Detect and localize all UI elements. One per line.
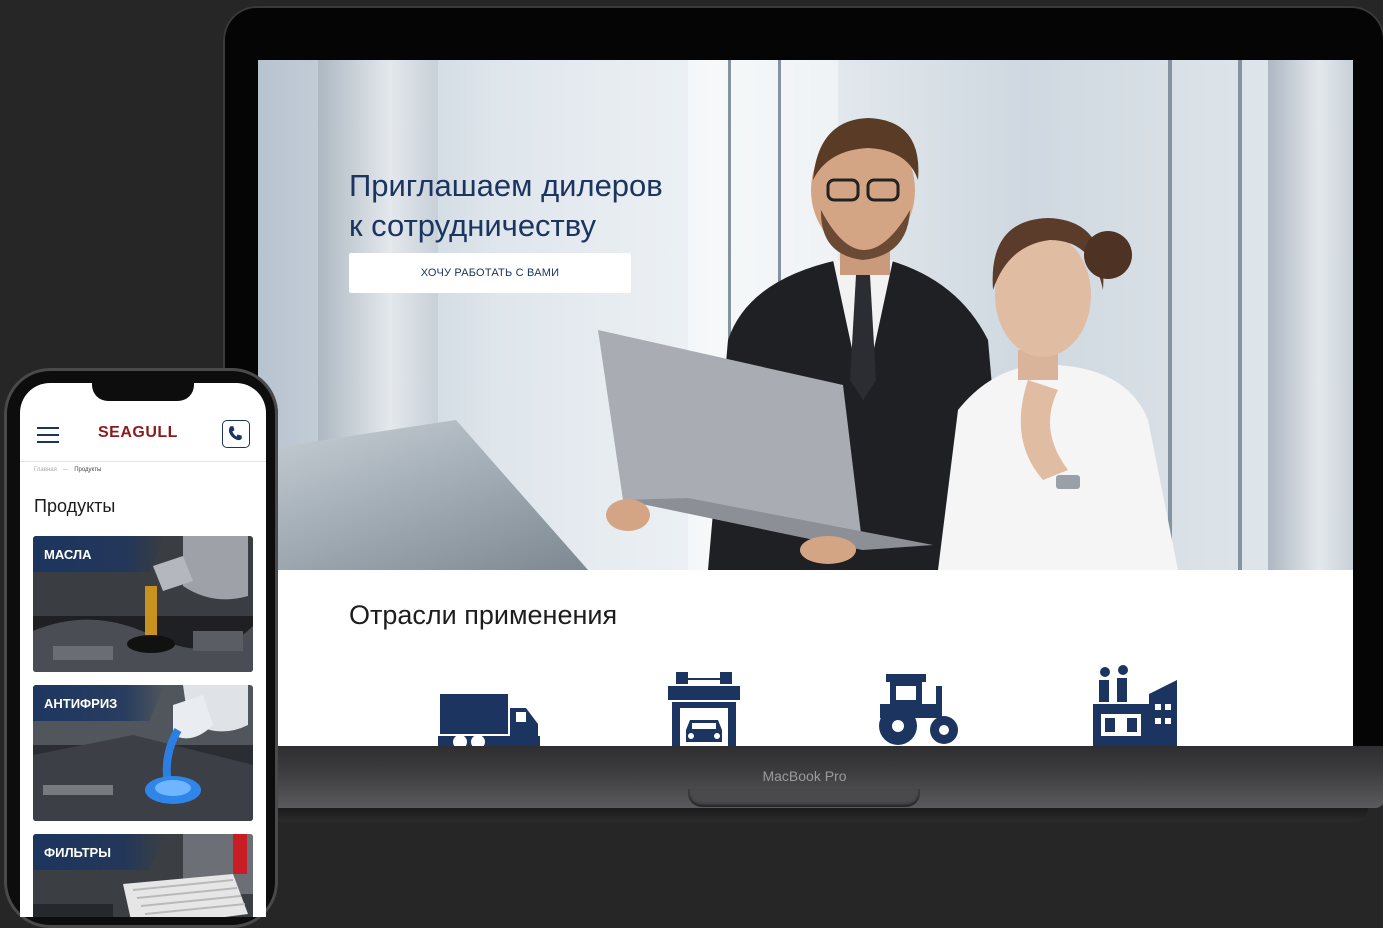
laptop-hinge-notch: [688, 789, 920, 807]
phone-screen: SEAGULL Главная — Продукты Продукты МАСЛ…: [20, 383, 266, 917]
phone-notch: [92, 373, 194, 401]
product-label: ФИЛЬТРЫ: [44, 845, 111, 860]
hero-title-line2: к сотрудничеству: [349, 207, 597, 243]
phone-icon: [228, 426, 242, 441]
business-people-photo: [598, 118, 1178, 570]
window-frame: [1238, 60, 1242, 570]
truck-icon: [438, 694, 540, 746]
phone-header: SEAGULL: [20, 411, 266, 462]
hamburger-menu-icon[interactable]: [37, 427, 59, 445]
product-card-filters[interactable]: ФИЛЬТРЫ: [33, 834, 253, 917]
hero-section: Приглашаем дилеров к сотрудничеству ХОЧУ…: [258, 60, 1353, 570]
factory-icon: [1093, 665, 1177, 746]
tractor-icon: [879, 674, 958, 745]
product-card-antifreeze[interactable]: АНТИФРИЗ: [33, 685, 253, 821]
product-label: АНТИФРИЗ: [44, 696, 118, 711]
product-label: МАСЛА: [44, 547, 92, 562]
hero-title: Приглашаем дилеров к сотрудничеству: [349, 166, 769, 246]
breadcrumb-current: Продукты: [74, 467, 102, 473]
car-service-icon: [668, 672, 740, 746]
breadcrumb-separator: —: [62, 467, 69, 473]
breadcrumb-home[interactable]: Главная: [34, 467, 57, 473]
seagull-logo[interactable]: SEAGULL: [98, 424, 178, 442]
page-title: Продукты: [34, 496, 116, 516]
background-stairs: [258, 420, 588, 570]
phone-call-button[interactable]: [222, 420, 250, 448]
breadcrumb: Главная — Продукты: [34, 467, 101, 473]
laptop-screen: Приглашаем дилеров к сотрудничеству ХОЧУ…: [258, 60, 1353, 746]
cta-button[interactable]: ХОЧУ РАБОТАТЬ С ВАМИ: [349, 253, 631, 293]
industries-title: Отрасли применения: [349, 600, 618, 630]
hero-title-line1: Приглашаем дилеров: [349, 167, 663, 203]
product-card-oils[interactable]: МАСЛА: [33, 536, 253, 672]
background-pillar: [1268, 60, 1353, 570]
laptop-foot: [240, 808, 1368, 822]
